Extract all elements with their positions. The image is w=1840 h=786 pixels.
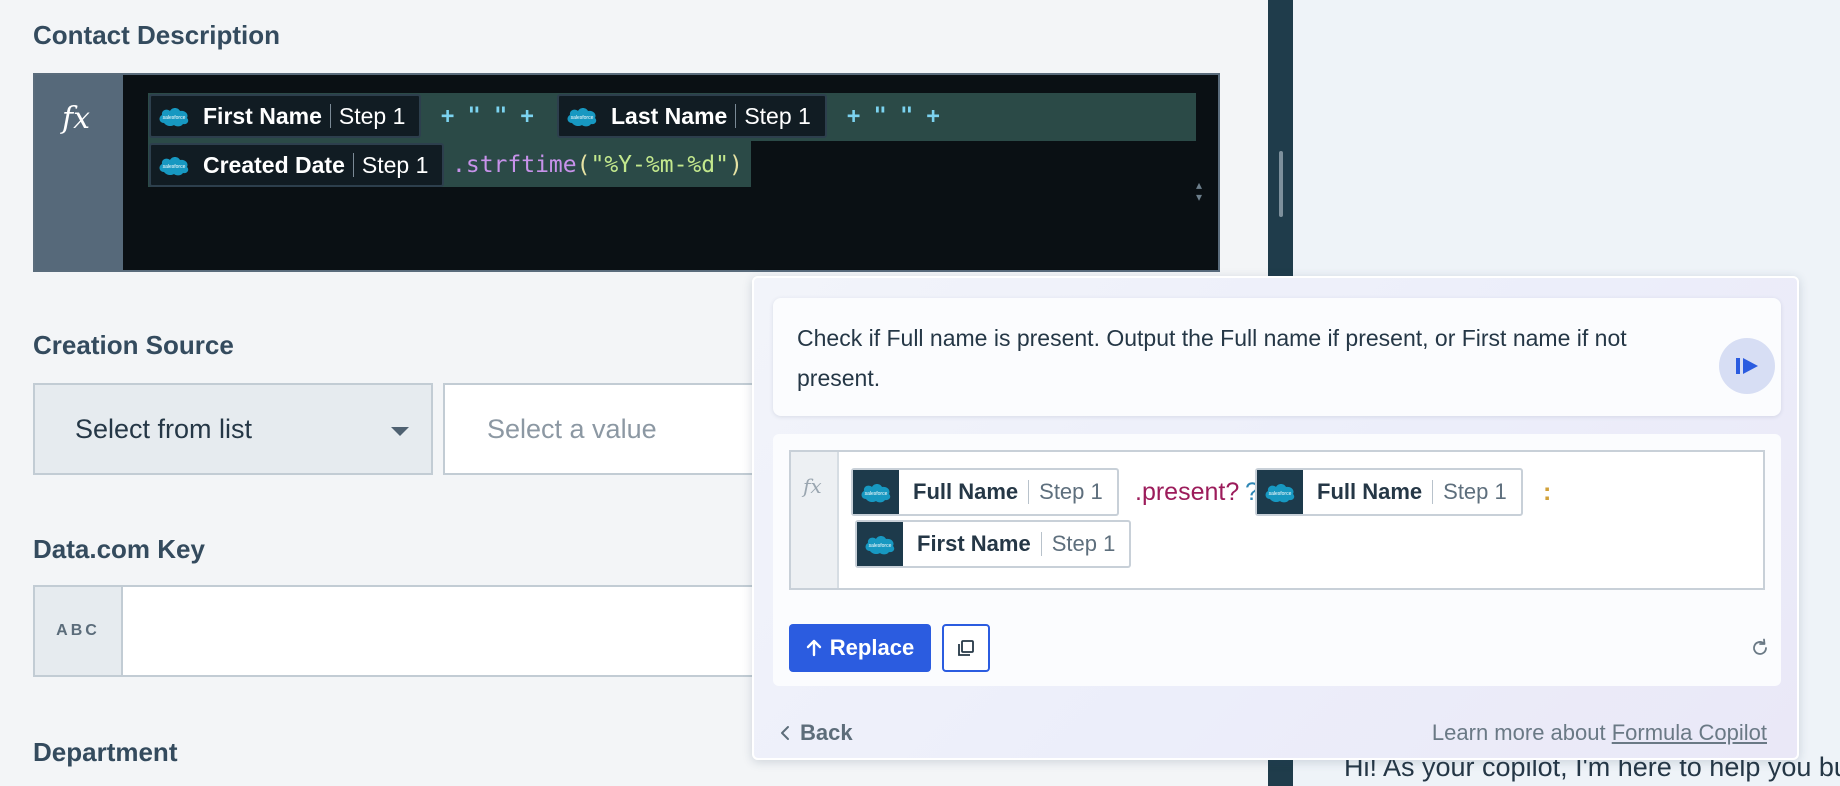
- datapill-name: Last Name: [611, 102, 728, 129]
- back-button[interactable]: Back: [780, 720, 853, 746]
- salesforce-icon: salesforce: [151, 145, 197, 185]
- datapill-step: Step 1: [338, 102, 406, 129]
- datapill-last-name[interactable]: salesforce Last Name Step 1: [557, 94, 827, 138]
- paren-close: ): [728, 152, 743, 178]
- concat-operator: + " " +: [847, 104, 940, 129]
- present-method: .present?: [1135, 478, 1240, 506]
- chevron-left-icon: [781, 726, 789, 740]
- datapill-step: Step 1: [744, 102, 811, 129]
- datapill-created-date[interactable]: salesforce Created Date Step 1: [149, 143, 445, 187]
- fx-icon: fx: [803, 474, 822, 498]
- send-button[interactable]: [1719, 338, 1775, 394]
- copy-button[interactable]: [942, 624, 990, 672]
- svg-text:salesforce: salesforce: [865, 491, 888, 497]
- formula-copilot-link[interactable]: Formula Copilot: [1612, 720, 1767, 745]
- datacom-key-label: Data.com Key: [33, 534, 205, 564]
- refresh-icon[interactable]: [1749, 637, 1771, 659]
- replace-button[interactable]: Replace: [789, 624, 931, 672]
- prompt-text[interactable]: Check if Full name is present. Output th…: [797, 318, 1677, 398]
- learn-more-prefix: Learn more about: [1431, 720, 1606, 745]
- copy-icon: [958, 640, 974, 656]
- creation-source-label: Creation Source: [33, 330, 234, 360]
- datapill-name: Full Name: [1317, 479, 1423, 504]
- datapill-name: First Name: [917, 531, 1031, 556]
- salesforce-icon: salesforce: [853, 470, 899, 514]
- salesforce-icon: salesforce: [559, 96, 605, 136]
- text-type-badge: ABC: [35, 587, 123, 675]
- creation-source-value-input[interactable]: Select a value: [443, 383, 763, 475]
- suggested-formula: fx salesforce Full Name Step 1 .present?…: [789, 450, 1765, 590]
- learn-more-text: Learn more about Formula Copilot: [1432, 720, 1767, 746]
- department-label: Department: [33, 737, 178, 767]
- paren-open: (: [576, 152, 591, 178]
- format-string: "%Y-%m-%d": [590, 152, 729, 178]
- arrow-up-icon: [806, 639, 821, 657]
- formula-gutter: fx: [791, 452, 839, 588]
- salesforce-icon: salesforce: [857, 522, 903, 566]
- svg-text:salesforce: salesforce: [163, 115, 186, 121]
- replace-label: Replace: [829, 635, 915, 660]
- datapill-name: Full Name: [913, 479, 1019, 504]
- strftime-call: .strftime("%Y-%m-%d"): [452, 152, 743, 178]
- caret-down-icon: [391, 427, 409, 436]
- datapill-full-name: salesforce Full Name Step 1: [851, 468, 1119, 516]
- datapill-first-name[interactable]: salesforce First Name Step 1: [149, 94, 422, 138]
- svg-text:salesforce: salesforce: [163, 164, 186, 170]
- datapill-full-name: salesforce Full Name Step 1: [1255, 468, 1523, 516]
- prompt-card: Check if Full name is present. Output th…: [773, 298, 1781, 416]
- result-card: fx salesforce Full Name Step 1 .present?…: [773, 434, 1781, 686]
- fx-icon: fx: [62, 101, 91, 136]
- datapill-name: First Name: [203, 102, 322, 129]
- method-name: .strftime: [452, 152, 577, 178]
- salesforce-icon: salesforce: [151, 96, 197, 136]
- formula-copilot-popup: Check if Full name is present. Output th…: [752, 276, 1799, 760]
- datapill-step: Step 1: [361, 151, 429, 178]
- svg-text:salesforce: salesforce: [1269, 491, 1292, 497]
- concat-operator: + " " +: [441, 104, 534, 129]
- datapill-step: Step 1: [1443, 479, 1507, 504]
- contact-description-label: Contact Description: [33, 20, 281, 50]
- ternary-colon: :: [1543, 478, 1552, 506]
- contact-description-formula-editor[interactable]: fx salesforce First Name Step 1 + " " + …: [33, 73, 1249, 342]
- value-placeholder: Select a value: [487, 413, 657, 444]
- datapill-step: Step 1: [1051, 531, 1116, 556]
- back-label: Back: [800, 720, 853, 745]
- datapill-name: Created Date: [203, 151, 345, 178]
- datapill-step: Step 1: [1039, 479, 1103, 504]
- datacom-key-input[interactable]: ABC: [33, 585, 763, 677]
- svg-text:salesforce: salesforce: [571, 115, 594, 121]
- svg-text:salesforce: salesforce: [869, 543, 892, 549]
- divider-handle[interactable]: [1279, 151, 1283, 217]
- salesforce-icon: salesforce: [1257, 470, 1303, 514]
- creation-source-select[interactable]: Select from list: [33, 383, 433, 475]
- scroll-arrows-icon[interactable]: ▴ ▾: [1196, 179, 1202, 203]
- datapill-first-name: salesforce First Name Step 1: [855, 520, 1132, 568]
- formula-gutter: fx: [35, 75, 123, 270]
- select-label: Select from list: [75, 413, 253, 444]
- send-icon: [1736, 358, 1758, 374]
